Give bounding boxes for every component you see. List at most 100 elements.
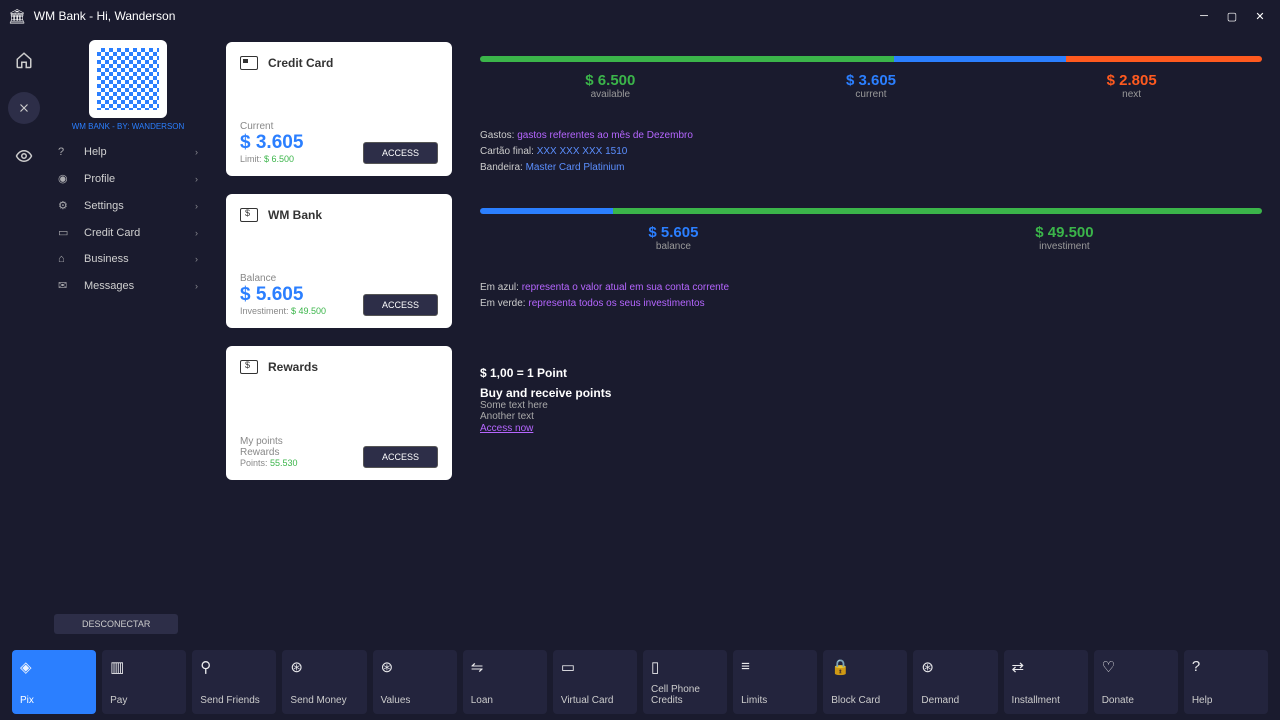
bottom-nav: ◈Pix▥Pay⚲Send Friends⊛Send Money⊛Values⇋…	[0, 644, 1280, 720]
eye-icon[interactable]	[8, 140, 40, 172]
stat-label: next	[1107, 89, 1157, 100]
tile-label: Send Friends	[200, 695, 268, 706]
disconnect-button[interactable]: DESCONECTAR	[54, 614, 178, 634]
tile-pix[interactable]: ◈Pix	[12, 650, 96, 714]
tile-label: Installment	[1012, 695, 1080, 706]
tile-label: Donate	[1102, 695, 1170, 706]
tile-label: Values	[381, 695, 449, 706]
rewards-points: Points: 55.530	[240, 458, 298, 468]
tile-loan[interactable]: ⇋Loan	[463, 650, 547, 714]
sidebar-item-help[interactable]: ?Help›	[48, 139, 208, 165]
tile-installment[interactable]: ⇄ Installment	[1004, 650, 1088, 714]
stat-balance: $ 5.605balance	[648, 224, 698, 252]
bank-panel: $ 5.605balance$ 49.500investiment Em azu…	[480, 194, 1262, 328]
credit-amount: $ 3.605	[240, 132, 303, 154]
amount-label: Balance	[240, 273, 326, 284]
tile-icon: ▥	[110, 658, 178, 676]
card-title: WM Bank	[268, 208, 322, 222]
stat-label: balance	[648, 241, 698, 252]
main-content: Credit Card Current $ 3.605 Limit: $ 6.5…	[208, 32, 1280, 640]
profile-icon: ◉	[58, 172, 76, 185]
sidebar-item-label: Settings	[84, 200, 124, 212]
tile-icon: ⇄	[1012, 658, 1080, 676]
tile-label: Help	[1192, 695, 1260, 706]
sidebar-item-messages[interactable]: ✉Messages›	[48, 272, 208, 299]
tile-icon: ▯	[651, 658, 719, 676]
tile-icon: ▭	[561, 658, 629, 676]
tile-send-friends[interactable]: ⚲Send Friends	[192, 650, 276, 714]
tile-label: Limits	[741, 695, 809, 706]
stat-value: $ 2.805	[1107, 72, 1157, 89]
qr-code[interactable]	[89, 40, 167, 118]
tile-label: Block Card	[831, 695, 899, 706]
credit-card-card: Credit Card Current $ 3.605 Limit: $ 6.5…	[226, 42, 452, 176]
settings-icon: ⚙	[58, 199, 76, 212]
chevron-right-icon: ›	[195, 174, 198, 184]
close-nav-icon[interactable]	[8, 92, 40, 124]
tile-icon: ♡	[1102, 658, 1170, 676]
tile-label: Pay	[110, 695, 178, 706]
chevron-right-icon: ›	[195, 201, 198, 211]
creditcard-icon	[240, 56, 258, 70]
stat-current: $ 3.605current	[846, 72, 896, 100]
window-title: WM Bank - Hi, Wanderson	[34, 9, 176, 23]
sidebar-item-label: Profile	[84, 173, 115, 185]
chevron-right-icon: ›	[195, 254, 198, 264]
tile-limits[interactable]: ≡ Limits	[733, 650, 817, 714]
rewards-card: Rewards My points Rewards Points: 55.530…	[226, 346, 452, 480]
bank-icon: 🏛	[8, 8, 26, 25]
chevron-right-icon: ›	[195, 281, 198, 291]
home-icon[interactable]	[8, 44, 40, 76]
credit-progress	[480, 56, 1262, 62]
stat-label: available	[585, 89, 635, 100]
tile-demand[interactable]: ⊛Demand	[913, 650, 997, 714]
tile-pay[interactable]: ▥ Pay	[102, 650, 186, 714]
bank-amount: $ 5.605	[240, 284, 326, 306]
sidebar-item-profile[interactable]: ◉ Profile ›	[48, 165, 208, 192]
stat-label: investiment	[1035, 241, 1093, 252]
help-icon: ?	[58, 146, 76, 158]
rewards-rate: $ 1,00 = 1 Point	[480, 366, 611, 380]
business-icon: ⌂	[58, 253, 76, 265]
sidebar-item-business[interactable]: ⌂ Business ›	[48, 246, 208, 272]
info-line: Em verde: representa todos os seus inves…	[480, 296, 1262, 312]
bank-icon	[240, 208, 258, 222]
credit-limit: Limit: $ 6.500	[240, 154, 303, 164]
titlebar: 🏛 WM Bank - Hi, Wanderson ─ ▢ ✕	[0, 0, 1280, 32]
stat-label: current	[846, 89, 896, 100]
info-line: Bandeira: Master Card Platinium	[480, 160, 1262, 176]
sidebar-item-label: Messages	[84, 280, 134, 292]
tile-virtual-card[interactable]: ▭ Virtual Card	[553, 650, 637, 714]
bank-progress	[480, 208, 1262, 214]
credit-access-button[interactable]: ACCESS	[363, 142, 438, 164]
minimize-button[interactable]: ─	[1192, 6, 1216, 26]
tile-send-money[interactable]: ⊛Send Money	[282, 650, 366, 714]
access-now-link[interactable]: Access now	[480, 423, 533, 434]
tile-label: Virtual Card	[561, 695, 629, 706]
tile-help[interactable]: ?Help	[1184, 650, 1268, 714]
tile-donate[interactable]: ♡ Donate	[1094, 650, 1178, 714]
leftbar	[0, 32, 48, 640]
close-button[interactable]: ✕	[1248, 6, 1272, 26]
rewards-l1: My points	[240, 436, 298, 447]
rewards-icon	[240, 360, 258, 374]
rewards-headline: Buy and receive points	[480, 386, 611, 400]
stat-value: $ 5.605	[648, 224, 698, 241]
stat-value: $ 3.605	[846, 72, 896, 89]
sidebar-item-credit-card[interactable]: ▭Credit Card›	[48, 219, 208, 246]
sidebar-item-label: Business	[84, 253, 129, 265]
bank-access-button[interactable]: ACCESS	[363, 294, 438, 316]
tile-block-card[interactable]: 🔒Block Card	[823, 650, 907, 714]
bank-card: WM Bank Balance $ 5.605 Investiment: $ 4…	[226, 194, 452, 328]
sidebar-item-settings[interactable]: ⚙ Settings ›	[48, 192, 208, 219]
credit-panel: $ 6.500available $ 3.605current $ 2.805nex…	[480, 42, 1262, 176]
maximize-button[interactable]: ▢	[1220, 6, 1244, 26]
tile-icon: ≡	[741, 658, 809, 675]
stat-next: $ 2.805next	[1107, 72, 1157, 100]
rewards-access-button[interactable]: ACCESS	[363, 446, 438, 468]
tile-icon: ⊛	[290, 658, 358, 676]
tile-cell-phone-credits[interactable]: ▯Cell Phone Credits	[643, 650, 727, 714]
tile-values[interactable]: ⊛Values	[373, 650, 457, 714]
rewards-l2: Rewards	[240, 447, 298, 458]
stat-available: $ 6.500available	[585, 72, 635, 100]
